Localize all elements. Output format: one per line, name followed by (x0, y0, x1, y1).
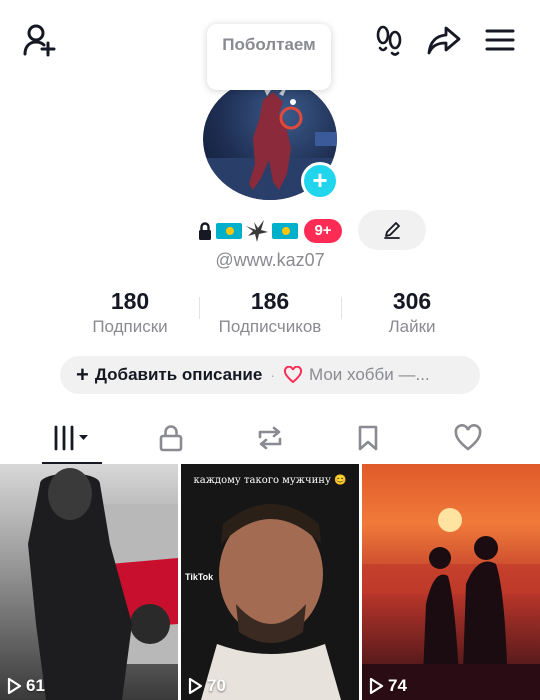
tab-favorites[interactable] (314, 412, 422, 464)
video-preview-1 (28, 468, 178, 700)
grid-icon (54, 425, 88, 451)
username: @www.kaz07 (215, 250, 325, 270)
view-count-3: 74 (368, 676, 407, 696)
repost-icon (258, 426, 282, 450)
separator-dot: · (270, 367, 275, 383)
lock-icon (159, 425, 183, 452)
stat-followers[interactable]: 186 Подписчиков (200, 287, 340, 338)
plus-icon: + (76, 362, 89, 387)
stat-following-value: 180 (110, 288, 150, 314)
video-thumbnail-2[interactable]: каждому такого мужчину 😊 TikTok 70 (181, 464, 359, 700)
video-thumbnail-3[interactable]: 74 (362, 464, 540, 700)
footprints-icon[interactable] (370, 22, 408, 58)
stat-likes-label: Лайки (388, 317, 436, 336)
video-thumbnail-1[interactable]: 61 (0, 464, 178, 700)
play-icon (7, 677, 22, 695)
stat-followers-label: Подписчиков (218, 317, 322, 336)
tab-reposts[interactable] (216, 412, 324, 464)
hobbies-label[interactable]: Мои хобби —... (309, 365, 430, 385)
hamburger-menu-icon[interactable] (480, 22, 520, 58)
stat-following-label: Подписки (92, 317, 168, 336)
bookmark-icon (358, 425, 378, 451)
play-icon (188, 677, 203, 695)
kazakhstan-flag-icon (216, 223, 242, 239)
add-description-label[interactable]: Добавить описание (95, 365, 262, 385)
notification-badge[interactable]: 9+ (304, 219, 342, 243)
pencil-icon (384, 222, 400, 239)
video-preview-2 (181, 464, 359, 700)
tab-liked[interactable] (414, 412, 522, 464)
video-caption-2: каждому такого мужчину 😊 (193, 475, 347, 486)
view-count-1: 61 (6, 676, 45, 696)
heart-icon (454, 424, 482, 451)
play-icon (369, 677, 384, 695)
profile-stats: 180 Подписки 186 Подписчиков 306 Лайки (0, 287, 540, 337)
bio-pill[interactable]: + Добавить описание · Мои хобби —... (60, 356, 480, 394)
tab-videos[interactable] (18, 412, 126, 464)
stat-following[interactable]: 180 Подписки (60, 287, 200, 338)
stat-likes-value: 306 (392, 288, 432, 314)
eagle-icon (244, 218, 270, 244)
badges-row: 9+ (196, 213, 342, 249)
stat-followers-value: 186 (250, 288, 290, 314)
content-tabs (0, 412, 540, 464)
view-count-value-2: 70 (207, 676, 226, 695)
video-preview-3 (362, 508, 540, 700)
view-count-value-3: 74 (388, 676, 407, 695)
person-plus-icon[interactable] (20, 22, 60, 58)
lock-icon (196, 221, 214, 241)
video-grid: 61 каждому такого мужчину 😊 TikTok 70 74 (0, 464, 540, 700)
share-arrow-icon[interactable] (424, 22, 464, 58)
heart-icon (283, 366, 302, 384)
edit-profile-button[interactable] (358, 210, 426, 250)
status-bubble[interactable]: Поболтаем (207, 24, 331, 90)
kazakhstan-flag-icon (272, 223, 298, 239)
view-count-2: 70 (187, 676, 226, 696)
stat-likes[interactable]: 306 Лайки (342, 287, 482, 338)
add-photo-button[interactable]: + (301, 162, 339, 200)
view-count-value-1: 61 (26, 676, 45, 695)
tab-private[interactable] (117, 412, 225, 464)
tiktok-watermark: TikTok (185, 572, 214, 582)
